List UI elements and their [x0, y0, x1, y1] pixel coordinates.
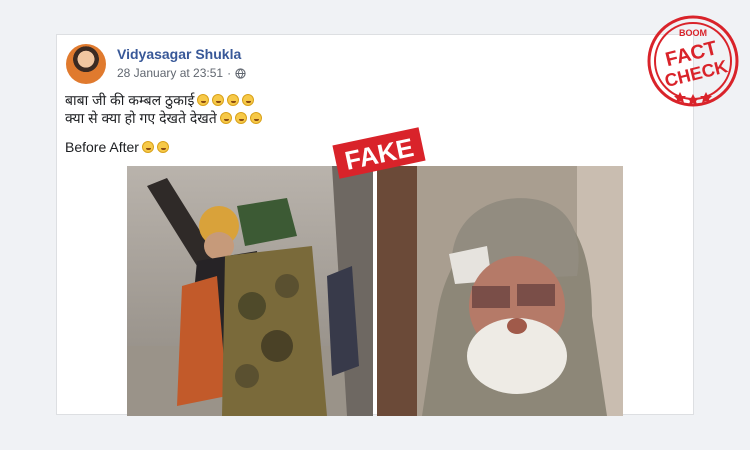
author-name[interactable]: Vidyasagar Shukla: [117, 46, 241, 62]
before-after-text: Before After: [65, 139, 139, 155]
post-timestamp[interactable]: 28 January at 23:51: [117, 66, 223, 80]
before-photo[interactable]: [127, 166, 373, 416]
post-text-line-1: बाबा जी की कम्बल ठुकाई: [65, 92, 195, 108]
grinning-emoji-icon: [212, 94, 225, 106]
laughing-emoji-icon: [234, 112, 247, 124]
thinking-emoji-icon: [242, 94, 255, 106]
grinning-emoji-icon: [141, 141, 154, 153]
post-meta: 28 January at 23:51 ·: [117, 66, 246, 80]
facebook-post: Vidyasagar Shukla 28 January at 23:51 · …: [56, 34, 694, 416]
globe-icon[interactable]: [235, 67, 246, 79]
before-after-caption: Before After: [65, 139, 169, 155]
grinning-emoji-icon: [249, 112, 262, 124]
smirking-emoji-icon: [227, 94, 240, 106]
laughing-emoji-icon: [197, 94, 210, 106]
fact-check-brand: BOOM: [679, 28, 707, 38]
laughing-emoji-icon: [219, 112, 232, 124]
avatar[interactable]: [66, 44, 106, 84]
after-photo[interactable]: [377, 166, 623, 416]
post-text-line-2: क्या से क्या हो गए देखते देखते: [65, 110, 217, 126]
post-text: बाबा जी की कम्बल ठुकाई क्या से क्या हो ग…: [65, 91, 262, 127]
fact-check-stamp: BOOM FACT CHECK: [646, 14, 740, 108]
grinning-emoji-icon: [156, 141, 169, 153]
